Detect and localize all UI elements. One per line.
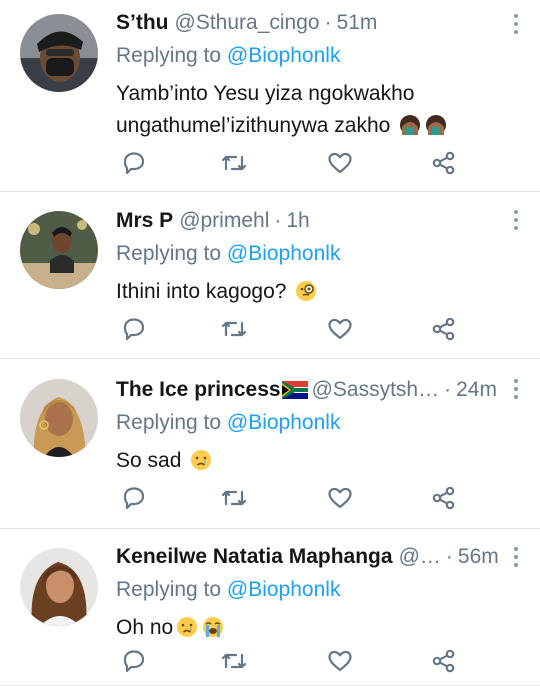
reply-icon[interactable] — [120, 315, 148, 343]
face-palm-emoji — [400, 115, 421, 135]
tweet-actions — [116, 647, 476, 675]
tweet-text: So sad — [116, 445, 526, 477]
share-icon[interactable] — [430, 647, 458, 675]
avatar[interactable] — [20, 14, 98, 92]
tweet-text: Yamb’into Yesu yiza ngokwakho ungathumel… — [116, 78, 526, 142]
replying-to-mention[interactable]: @Biophonlk — [227, 411, 341, 434]
reply-tweet[interactable]: Mrs P @primehl · 1h Replying to @Biophon… — [0, 192, 540, 359]
reply-tweet[interactable]: The Ice princess @Sassytsh… · 24m Replyi… — [0, 359, 540, 529]
tweet-text: Ithini into kagogo? — [116, 276, 526, 308]
timestamp[interactable]: 1h — [286, 209, 309, 233]
tweet-text: Oh no — [116, 612, 526, 644]
avatar[interactable] — [20, 211, 98, 289]
share-icon[interactable] — [430, 315, 458, 343]
tweet-actions — [116, 484, 476, 512]
retweet-icon[interactable] — [220, 149, 248, 177]
user-handle[interactable]: @… — [399, 545, 441, 569]
reply-tweet[interactable]: S’thu @Sthura_cingo · 51m Replying to @B… — [0, 0, 540, 192]
replying-to-label: Replying to — [116, 578, 227, 601]
more-options-icon[interactable] — [514, 210, 518, 234]
south-africa-flag-icon — [281, 381, 308, 399]
replying-to: Replying to @Biophonlk — [116, 578, 526, 604]
tweet-actions — [116, 315, 476, 343]
replying-to: Replying to @Biophonlk — [116, 411, 526, 437]
separator-dot: · — [324, 11, 332, 34]
share-icon[interactable] — [430, 149, 458, 177]
tweet-text-line: Ithini into kagogo? — [116, 280, 287, 303]
retweet-icon[interactable] — [220, 647, 248, 675]
tweet-text-line: Oh no — [116, 616, 174, 639]
tweet-text-line: Yamb’into Yesu yiza ngokwakho — [116, 82, 415, 105]
avatar[interactable] — [20, 379, 98, 457]
separator-dot: · — [274, 209, 282, 232]
avatar[interactable] — [20, 548, 98, 626]
display-name[interactable]: Keneilwe Natatia Maphanga — [116, 545, 393, 569]
timestamp[interactable]: 51m — [337, 11, 378, 35]
user-handle[interactable]: @Sthura_cingo — [175, 11, 320, 35]
timestamp[interactable]: 24m — [456, 378, 497, 402]
face-palm-emoji — [426, 115, 447, 135]
loudly-crying-face-emoji — [203, 617, 224, 637]
tweet-actions — [116, 149, 476, 177]
timestamp[interactable]: 56m — [458, 545, 499, 569]
display-name[interactable]: The Ice princess — [116, 378, 281, 402]
display-name[interactable]: Mrs P — [116, 209, 173, 233]
display-name[interactable]: S’thu — [116, 11, 169, 35]
replying-to-label: Replying to — [116, 242, 227, 265]
retweet-icon[interactable] — [220, 484, 248, 512]
replying-to-mention[interactable]: @Biophonlk — [227, 242, 341, 265]
reply-tweet[interactable]: Keneilwe Natatia Maphanga @… · 56m Reply… — [0, 529, 540, 686]
user-handle[interactable]: @Sassytsh… — [312, 378, 440, 402]
replying-to-label: Replying to — [116, 411, 227, 434]
like-icon[interactable] — [326, 484, 354, 512]
reply-icon[interactable] — [120, 149, 148, 177]
share-icon[interactable] — [430, 484, 458, 512]
like-icon[interactable] — [326, 315, 354, 343]
separator-dot: · — [445, 545, 453, 568]
replying-to-mention[interactable]: @Biophonlk — [227, 578, 341, 601]
replying-to-label: Replying to — [116, 44, 227, 67]
crying-face-emoji — [177, 617, 198, 637]
reply-icon[interactable] — [120, 647, 148, 675]
more-options-icon[interactable] — [514, 379, 518, 403]
more-options-icon[interactable] — [514, 14, 518, 38]
tweet-text-line: So sad — [116, 449, 182, 472]
separator-dot: · — [444, 378, 452, 401]
replying-to-mention[interactable]: @Biophonlk — [227, 44, 341, 67]
replies-feed: S’thu @Sthura_cingo · 51m Replying to @B… — [0, 0, 540, 686]
replying-to: Replying to @Biophonlk — [116, 44, 526, 70]
user-handle[interactable]: @primehl — [179, 209, 269, 233]
reply-icon[interactable] — [120, 484, 148, 512]
replying-to: Replying to @Biophonlk — [116, 242, 526, 268]
monocle-face-emoji — [296, 281, 317, 301]
like-icon[interactable] — [326, 149, 354, 177]
more-options-icon[interactable] — [514, 547, 518, 571]
like-icon[interactable] — [326, 647, 354, 675]
tweet-text-line: ungathumel’izithunywa zakho — [116, 114, 391, 137]
retweet-icon[interactable] — [220, 315, 248, 343]
crying-face-emoji — [191, 450, 212, 470]
